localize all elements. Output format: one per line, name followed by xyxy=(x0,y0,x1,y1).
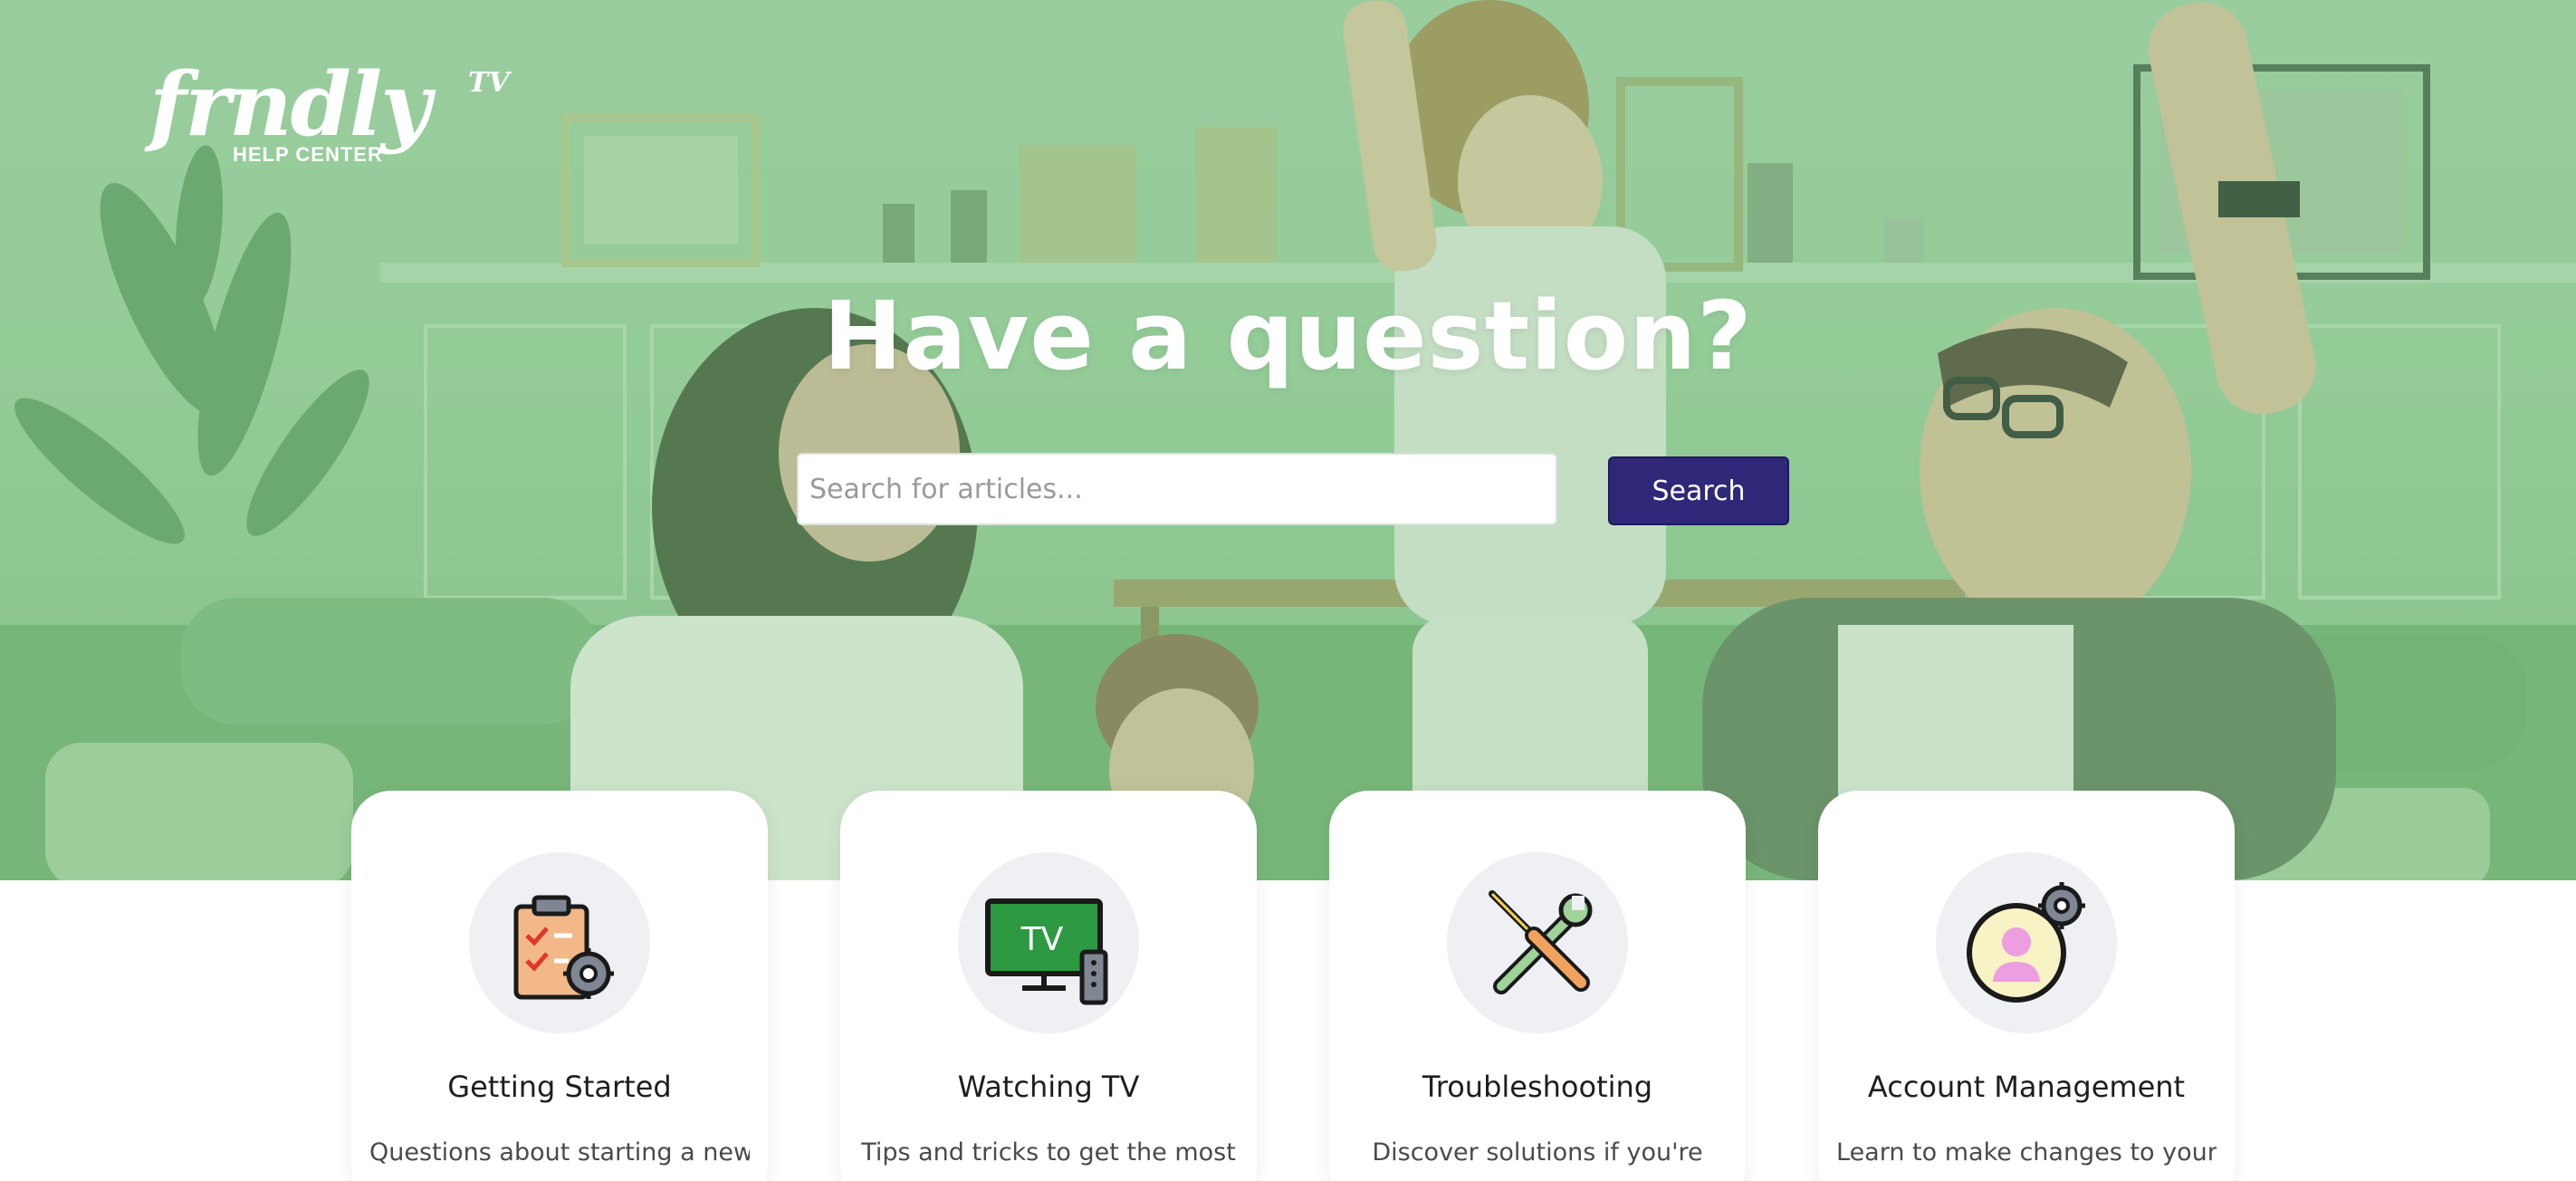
card-description: Learn to make changes to your xyxy=(1836,1138,2217,1167)
frndly-logo[interactable]: frndly TV HELP CENTER xyxy=(149,62,512,170)
card-description: Tips and tricks to get the most xyxy=(861,1138,1236,1167)
hero-banner: frndly TV HELP CENTER Have a question? S… xyxy=(0,0,2576,880)
category-card-account-management[interactable]: Account Management Learn to make changes… xyxy=(1818,791,2235,1181)
user-gear-icon xyxy=(1967,882,2085,1003)
clipboard-gear-icon xyxy=(513,895,614,1000)
card-icon-circle xyxy=(469,852,650,1033)
card-description: Questions about starting a new xyxy=(369,1138,750,1167)
card-title: Troubleshooting xyxy=(1422,1070,1653,1104)
category-card-troubleshooting[interactable]: Troubleshooting Discover solutions if yo… xyxy=(1329,791,1746,1181)
search-button[interactable]: Search xyxy=(1608,456,1789,525)
category-card-watching-tv[interactable]: TV Watching TV Tips and tricks to get th… xyxy=(840,791,1257,1181)
card-title: Account Management xyxy=(1867,1070,2186,1104)
logo-wordmark: frndly xyxy=(149,53,431,156)
card-title: Getting Started xyxy=(447,1070,672,1104)
card-description: Discover solutions if you're xyxy=(1372,1138,1703,1167)
card-icon-circle xyxy=(1447,852,1628,1033)
card-icon-circle xyxy=(1936,852,2117,1033)
search-input[interactable] xyxy=(797,453,1557,525)
card-title: Watching TV xyxy=(957,1070,1140,1104)
card-icon-circle: TV xyxy=(958,852,1139,1033)
page-headline: Have a question? xyxy=(823,281,1753,391)
tv-remote-icon: TV xyxy=(985,898,1108,1005)
wrench-screwdriver-icon xyxy=(1489,890,1593,994)
category-card-getting-started[interactable]: Getting Started Questions about starting… xyxy=(351,791,768,1181)
svg-text:TV: TV xyxy=(1020,921,1064,958)
logo-tv-mark: TV xyxy=(468,67,510,99)
logo-help-center: HELP CENTER xyxy=(233,143,383,166)
